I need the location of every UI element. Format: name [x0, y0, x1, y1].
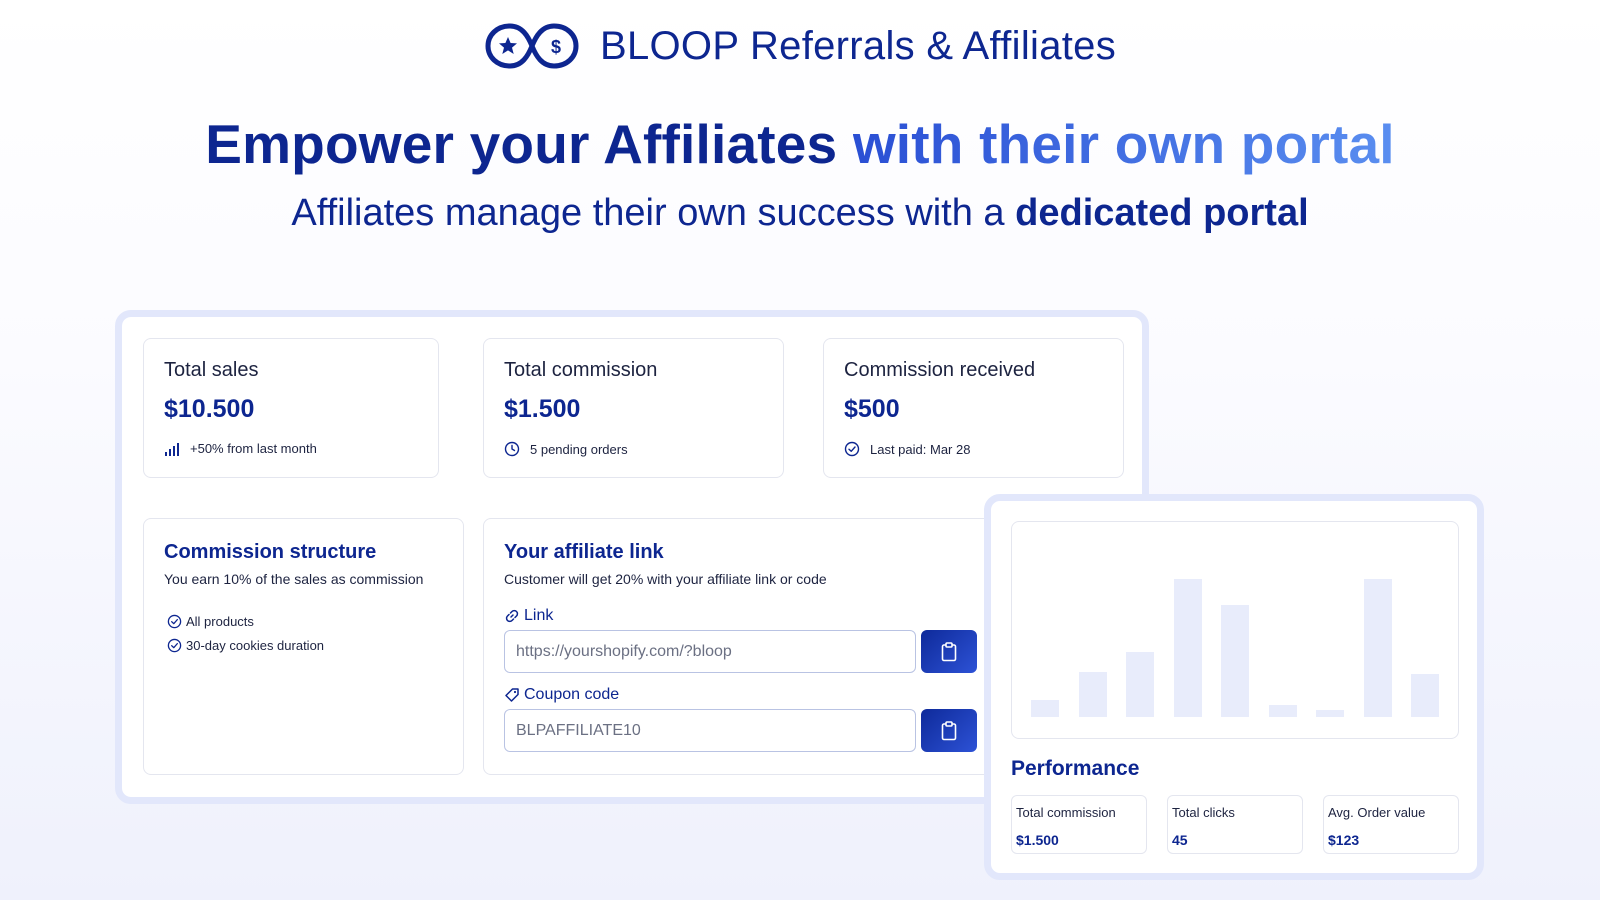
chart-bar — [1411, 674, 1439, 717]
affiliate-link-title: Your affiliate link — [504, 541, 664, 563]
metric-value: 45 — [1172, 832, 1188, 848]
stat-card-total-sales: Total sales $10.500 +50% from last month — [143, 338, 439, 478]
stat-meta-text: Last paid: Mar 28 — [870, 441, 971, 457]
clipboard-icon — [941, 720, 957, 740]
stat-label: Total commission — [504, 359, 658, 381]
metric-label: Total clicks — [1172, 805, 1235, 820]
metric-value: $1.500 — [1016, 832, 1059, 848]
metric-label: Total commission — [1016, 805, 1116, 820]
copy-coupon-button[interactable] — [921, 709, 977, 752]
stat-meta-text: 5 pending orders — [530, 441, 628, 457]
list-item: 30-day cookies duration — [167, 633, 324, 657]
bar-chart-icon — [165, 442, 179, 456]
commission-structure-title: Commission structure — [164, 541, 377, 563]
performance-title: Performance — [1011, 757, 1140, 780]
copy-link-button[interactable] — [921, 630, 977, 673]
hero-title-part2: Affiliates — [603, 113, 838, 175]
chart-bar — [1221, 605, 1249, 717]
hero-title-part1: Empower your — [205, 113, 590, 175]
performance-chart — [1011, 521, 1459, 739]
commission-features: All products 30-day cookies duration — [167, 609, 324, 657]
clipboard-icon — [941, 641, 957, 661]
metric-card-total-commission: Total commission $1.500 — [1011, 795, 1147, 854]
affiliate-link-desc: Customer will get 20% with your affiliat… — [504, 571, 827, 587]
link-label-text: Link — [524, 607, 554, 624]
list-item: All products — [167, 609, 324, 633]
chart-bar — [1269, 705, 1297, 717]
commission-structure-desc: You earn 10% of the sales as commission — [164, 571, 424, 587]
chart-bar — [1079, 672, 1107, 717]
stat-card-commission-received: Commission received $500 Last paid: Mar … — [823, 338, 1124, 478]
metric-card-avg-order-value: Avg. Order value $123 — [1323, 795, 1459, 854]
stat-value: $1.500 — [504, 395, 581, 423]
hero-subtitle-text: Affiliates manage their own success with… — [291, 192, 1005, 234]
chart-bar — [1174, 579, 1202, 717]
stat-value: $500 — [844, 395, 900, 423]
chart-bar — [1364, 579, 1392, 717]
metric-label: Avg. Order value — [1328, 805, 1426, 820]
affiliate-link-card: Your affiliate link Customer will get 20… — [483, 518, 1003, 775]
coupon-code-input[interactable] — [504, 709, 916, 752]
coupon-label-text: Coupon code — [524, 686, 620, 703]
metric-value: $123 — [1328, 832, 1360, 848]
check-circle-icon — [167, 614, 182, 628]
check-circle-icon — [844, 441, 860, 457]
stat-meta-text: +50% from last month — [190, 441, 317, 456]
stat-card-total-commission: Total commission $1.500 5 pending orders — [483, 338, 784, 478]
brand-header: $ BLOOP Referrals & Affiliates — [0, 20, 1600, 72]
hero-title: Empower your Affiliates with their own p… — [0, 112, 1600, 176]
affiliate-link-input[interactable] — [504, 630, 916, 673]
hero-title-part3: with their own portal — [852, 113, 1395, 175]
tag-icon — [505, 688, 519, 702]
commission-structure-card: Commission structure You earn 10% of the… — [143, 518, 464, 775]
list-item-label: 30-day cookies duration — [186, 637, 325, 653]
stat-meta: Last paid: Mar 28 — [844, 441, 970, 457]
chart-bar — [1126, 652, 1154, 717]
stat-label: Commission received — [844, 359, 1036, 381]
metric-card-total-clicks: Total clicks 45 — [1167, 795, 1303, 854]
check-circle-icon — [167, 638, 182, 652]
infinity-star-dollar-icon: $ — [485, 23, 579, 69]
hero-subtitle: Affiliates manage their own success with… — [0, 192, 1600, 235]
stat-value: $10.500 — [164, 395, 255, 423]
link-field-label: Link — [504, 607, 553, 625]
hero-subtitle-bold: dedicated portal — [1015, 192, 1309, 234]
performance-panel: Performance Total commission $1.500 Tota… — [984, 494, 1484, 880]
chart-bar — [1031, 700, 1059, 717]
brand-name: BLOOP Referrals & Affiliates — [599, 23, 1117, 68]
clock-icon — [504, 441, 520, 457]
coupon-field-label: Coupon code — [504, 686, 619, 704]
svg-text:$: $ — [551, 37, 561, 57]
list-item-label: All products — [186, 613, 254, 629]
link-icon — [505, 609, 519, 623]
stat-label: Total sales — [164, 359, 259, 381]
chart-bar — [1316, 710, 1344, 717]
stat-meta: 5 pending orders — [504, 441, 628, 457]
stat-meta: +50% from last month — [164, 441, 317, 456]
